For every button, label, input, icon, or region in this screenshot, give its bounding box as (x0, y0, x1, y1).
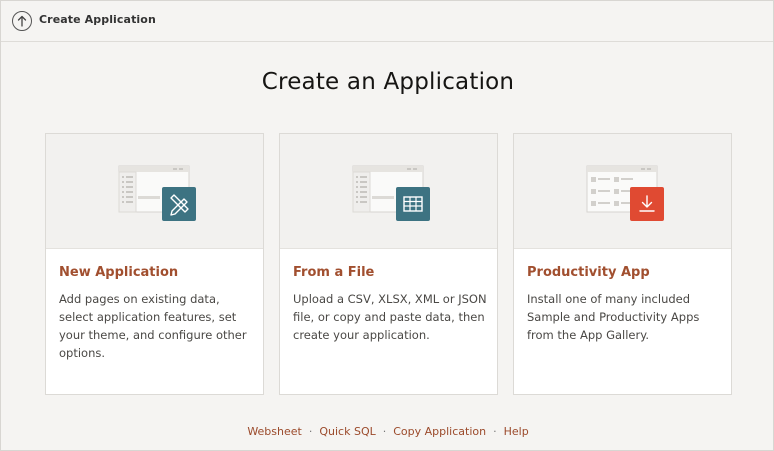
footer-separator: · (308, 425, 313, 438)
card-from-a-file[interactable]: From a File Upload a CSV, XLSX, XML or J… (279, 133, 498, 395)
page-title: Create an Application (261, 69, 515, 95)
card-productivity-app[interactable]: Productivity App Install one of many inc… (513, 133, 732, 395)
card-description: Add pages on existing data, select appli… (59, 292, 247, 360)
card-new-application[interactable]: New Application Add pages on existing da… (45, 133, 264, 395)
card-title: Productivity App (527, 265, 650, 280)
copy-application-link[interactable]: Copy Application (393, 425, 486, 438)
window-frame: Create Application Create an Application (0, 0, 774, 451)
footer-separator: · (382, 425, 387, 438)
help-link[interactable]: Help (504, 425, 529, 438)
card-title: New Application (59, 265, 179, 280)
card-description: Install one of many included Sample and … (527, 292, 700, 342)
footer-links: Websheet · Quick SQL · Copy Application · Help (1, 425, 774, 438)
download-icon (630, 187, 664, 221)
card-description: Upload a CSV, XLSX, XML or JSON file, or… (293, 292, 487, 342)
pencil-ruler-icon (162, 187, 196, 221)
card-illustration (46, 134, 263, 249)
footer-separator: · (493, 425, 497, 438)
topbar-title: Create Application (39, 13, 156, 26)
websheet-link[interactable]: Websheet (247, 425, 302, 438)
card-title: From a File (293, 265, 375, 280)
arrow-up-circle-icon[interactable] (12, 11, 32, 31)
table-grid-icon (396, 187, 430, 221)
top-bar: Create Application (1, 1, 773, 42)
quick-sql-link[interactable]: Quick SQL (319, 425, 375, 438)
card-illustration (280, 134, 497, 249)
card-illustration (514, 134, 731, 249)
